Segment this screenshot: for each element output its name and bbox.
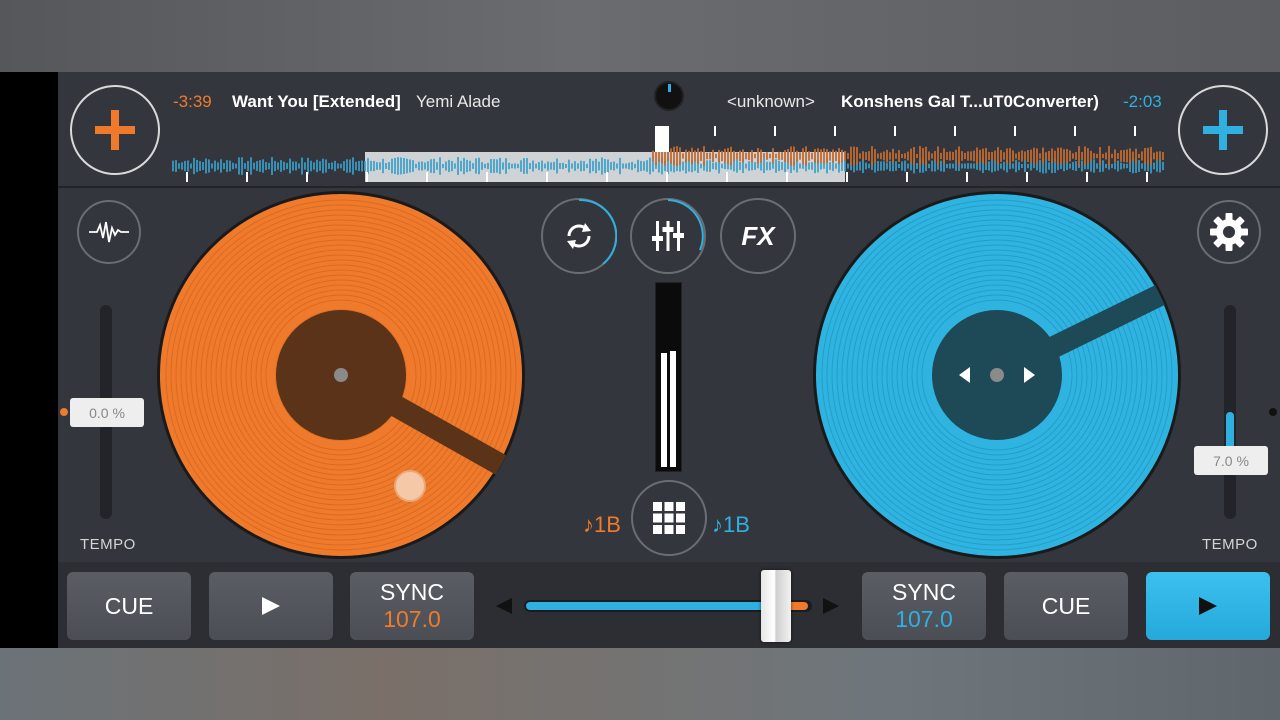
left-track-title: Want You [Extended] (232, 92, 401, 111)
left-beat-indicator: ♪1B (583, 512, 621, 537)
right-sync-button[interactable]: SYNC 107.0 (862, 572, 986, 640)
dj-app: -3:39 Want You [Extended] Yemi Alade <un… (58, 72, 1280, 648)
right-platter[interactable] (812, 190, 1182, 560)
plus-icon (1203, 110, 1243, 150)
left-artist: Yemi Alade (416, 92, 501, 111)
left-cue-label: CUE (104, 592, 154, 619)
right-cue-button[interactable]: CUE (1004, 572, 1128, 640)
fx-button[interactable]: FX (720, 198, 796, 274)
background-bottom (0, 648, 1280, 720)
left-border (0, 72, 58, 648)
add-track-right-button[interactable] (1178, 85, 1268, 175)
play-icon (1199, 597, 1217, 615)
crossfader-left-arrow[interactable] (494, 596, 514, 616)
right-bpm: 107.0 (895, 606, 953, 632)
touch-indicator (394, 470, 426, 502)
gear-icon (1210, 213, 1248, 251)
left-cue-button[interactable]: CUE (67, 572, 191, 640)
right-cue-label: CUE (1041, 592, 1091, 619)
loop-button-arc (578, 198, 617, 265)
settings-button[interactable] (1197, 200, 1261, 264)
waveform-overview[interactable] (172, 122, 1165, 184)
left-play-button[interactable] (209, 572, 333, 640)
left-sync-label: SYNC (380, 579, 444, 605)
right-play-button[interactable] (1146, 572, 1270, 640)
right-beat-indicator: ♪1B (712, 512, 750, 537)
right-sync-label: SYNC (892, 579, 956, 605)
mixer-button-arc (667, 199, 704, 251)
top-bar-divider (58, 186, 1280, 188)
right-tempo-marker (1269, 408, 1277, 416)
crossfader-handle[interactable] (761, 570, 791, 642)
left-tempo-marker (60, 408, 68, 416)
right-time-remaining: -2:03 (1123, 92, 1162, 111)
vu-right-level (670, 351, 676, 467)
left-playhead (655, 126, 669, 152)
master-indicator (654, 81, 684, 111)
play-icon (262, 597, 280, 615)
left-tempo-value[interactable]: 0.0 % (70, 398, 144, 427)
transport-bar: CUE SYNC 107.0 SYNC 107.0 CUE (58, 562, 1280, 648)
vu-left-level (661, 353, 667, 467)
crossfader-right-arrow[interactable] (821, 596, 841, 616)
vu-meter (655, 282, 682, 472)
add-track-left-button[interactable] (70, 85, 160, 175)
waveform-icon (89, 221, 129, 243)
grid-icon (653, 502, 685, 534)
left-tempo-label: TEMPO (80, 536, 136, 553)
waveform-button[interactable] (77, 200, 141, 264)
sampler-button[interactable] (631, 480, 707, 556)
right-track-title: Konshens Gal T...uT0Converter) (841, 92, 1099, 111)
right-artist: <unknown> (727, 92, 815, 111)
crossfader-blue-fill (526, 602, 772, 610)
left-sync-button[interactable]: SYNC 107.0 (350, 572, 474, 640)
right-tempo-label: TEMPO (1202, 536, 1258, 553)
left-bpm: 107.0 (383, 606, 441, 632)
right-tempo-value[interactable]: 7.0 % (1194, 446, 1268, 475)
left-time-remaining: -3:39 (173, 92, 212, 111)
left-platter[interactable] (156, 190, 526, 560)
plus-icon (95, 110, 135, 150)
background-top (0, 0, 1280, 72)
fx-label: FX (741, 220, 775, 251)
